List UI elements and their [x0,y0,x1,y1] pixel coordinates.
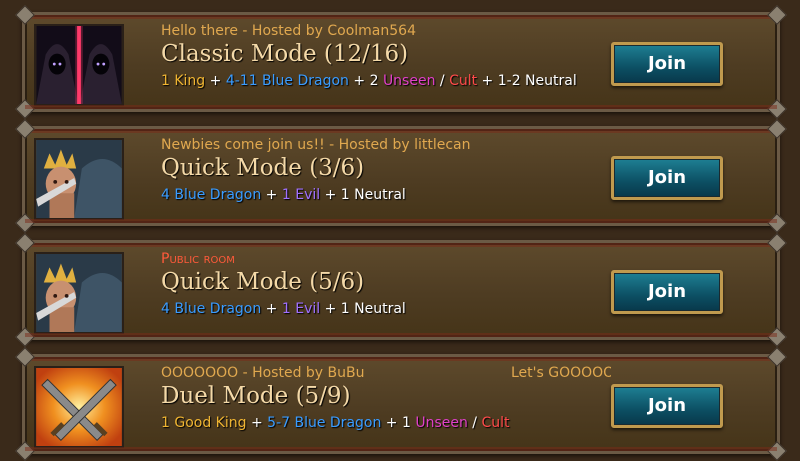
room-title: Classic Mode (12/16) [161,41,409,67]
role-segment: + 2 [348,73,383,89]
role-composition: 4 Blue Dragon + 1 Evil + 1 Neutral [161,187,406,203]
frame-corner [767,99,787,119]
room-host-subtitle: OOOOOOO - Hosted by BuBu [161,365,365,381]
role-segment: + 1 Neutral [320,187,406,203]
frame-corner [767,327,787,347]
role-segment: + [261,187,282,203]
role-segment: + [246,415,268,431]
role-segment: + 1-2 Neutral [477,73,577,89]
frame-corner [15,233,35,253]
role-composition: 1 King + 4-11 Blue Dragon + 2 Unseen / C… [161,73,577,89]
frame-corner [15,213,35,233]
join-button[interactable]: Join [611,156,723,200]
join-button[interactable]: Join [611,270,723,314]
room-title: Quick Mode (3/6) [161,155,365,181]
frame-corner [15,99,35,119]
room-description: Let's GOOOOO [511,365,611,381]
role-segment: Cult [481,415,510,431]
room-row: OOOOOOO - Hosted by BuBu Let's GOOOOO Du… [15,347,787,461]
frame-corner [15,119,35,139]
room-list: Hello there - Hosted by Coolman564 Class… [0,0,800,461]
role-segment: + [261,301,282,317]
role-segment: 1 King [161,73,206,89]
role-segment: / [435,73,450,89]
role-segment: 5-7 Blue Dragon [267,415,382,431]
role-segment: 1 Evil [281,187,321,203]
role-segment: Unseen [415,415,468,431]
frame-corner [15,441,35,461]
frame-corner [15,327,35,347]
frame-corner [767,441,787,461]
room-row: Public room Quick Mode (5/6) 4 Blue Drag… [15,233,787,347]
room-host-subtitle: Public room [161,251,235,267]
role-segment: Cult [449,73,478,89]
room-row: Hello there - Hosted by Coolman564 Class… [15,5,787,119]
role-segment: 1 Evil [281,301,321,317]
frame-corner [767,347,787,367]
room-host-subtitle: Hello there - Hosted by Coolman564 [161,23,416,39]
hooded-figures-icon [34,24,124,106]
role-segment: + [205,73,226,89]
frame-corner [767,5,787,25]
king-portrait-icon [34,138,124,220]
join-button[interactable]: Join [611,42,723,86]
role-segment: 4-11 Blue Dragon [225,73,349,89]
role-segment: + 1 [381,415,416,431]
frame-corner [15,347,35,367]
frame-corner [767,119,787,139]
role-segment: + 1 Neutral [320,301,406,317]
role-segment: / [467,415,482,431]
role-segment: 1 Good King [161,415,247,431]
role-segment: 4 Blue Dragon [161,301,262,317]
role-segment: 4 Blue Dragon [161,187,262,203]
room-title: Duel Mode (5/9) [161,383,351,409]
room-host-subtitle: Newbies come join us!! - Hosted by littl… [161,137,471,153]
frame-corner [767,233,787,253]
role-composition: 1 Good King + 5-7 Blue Dragon + 1 Unseen… [161,415,510,431]
room-title: Quick Mode (5/6) [161,269,365,295]
role-composition: 4 Blue Dragon + 1 Evil + 1 Neutral [161,301,406,317]
frame-corner [767,213,787,233]
crossed-swords-icon [34,366,124,448]
room-row: Newbies come join us!! - Hosted by littl… [15,119,787,233]
king-portrait-icon [34,252,124,334]
role-segment: Unseen [382,73,436,89]
frame-corner [15,5,35,25]
join-button[interactable]: Join [611,384,723,428]
